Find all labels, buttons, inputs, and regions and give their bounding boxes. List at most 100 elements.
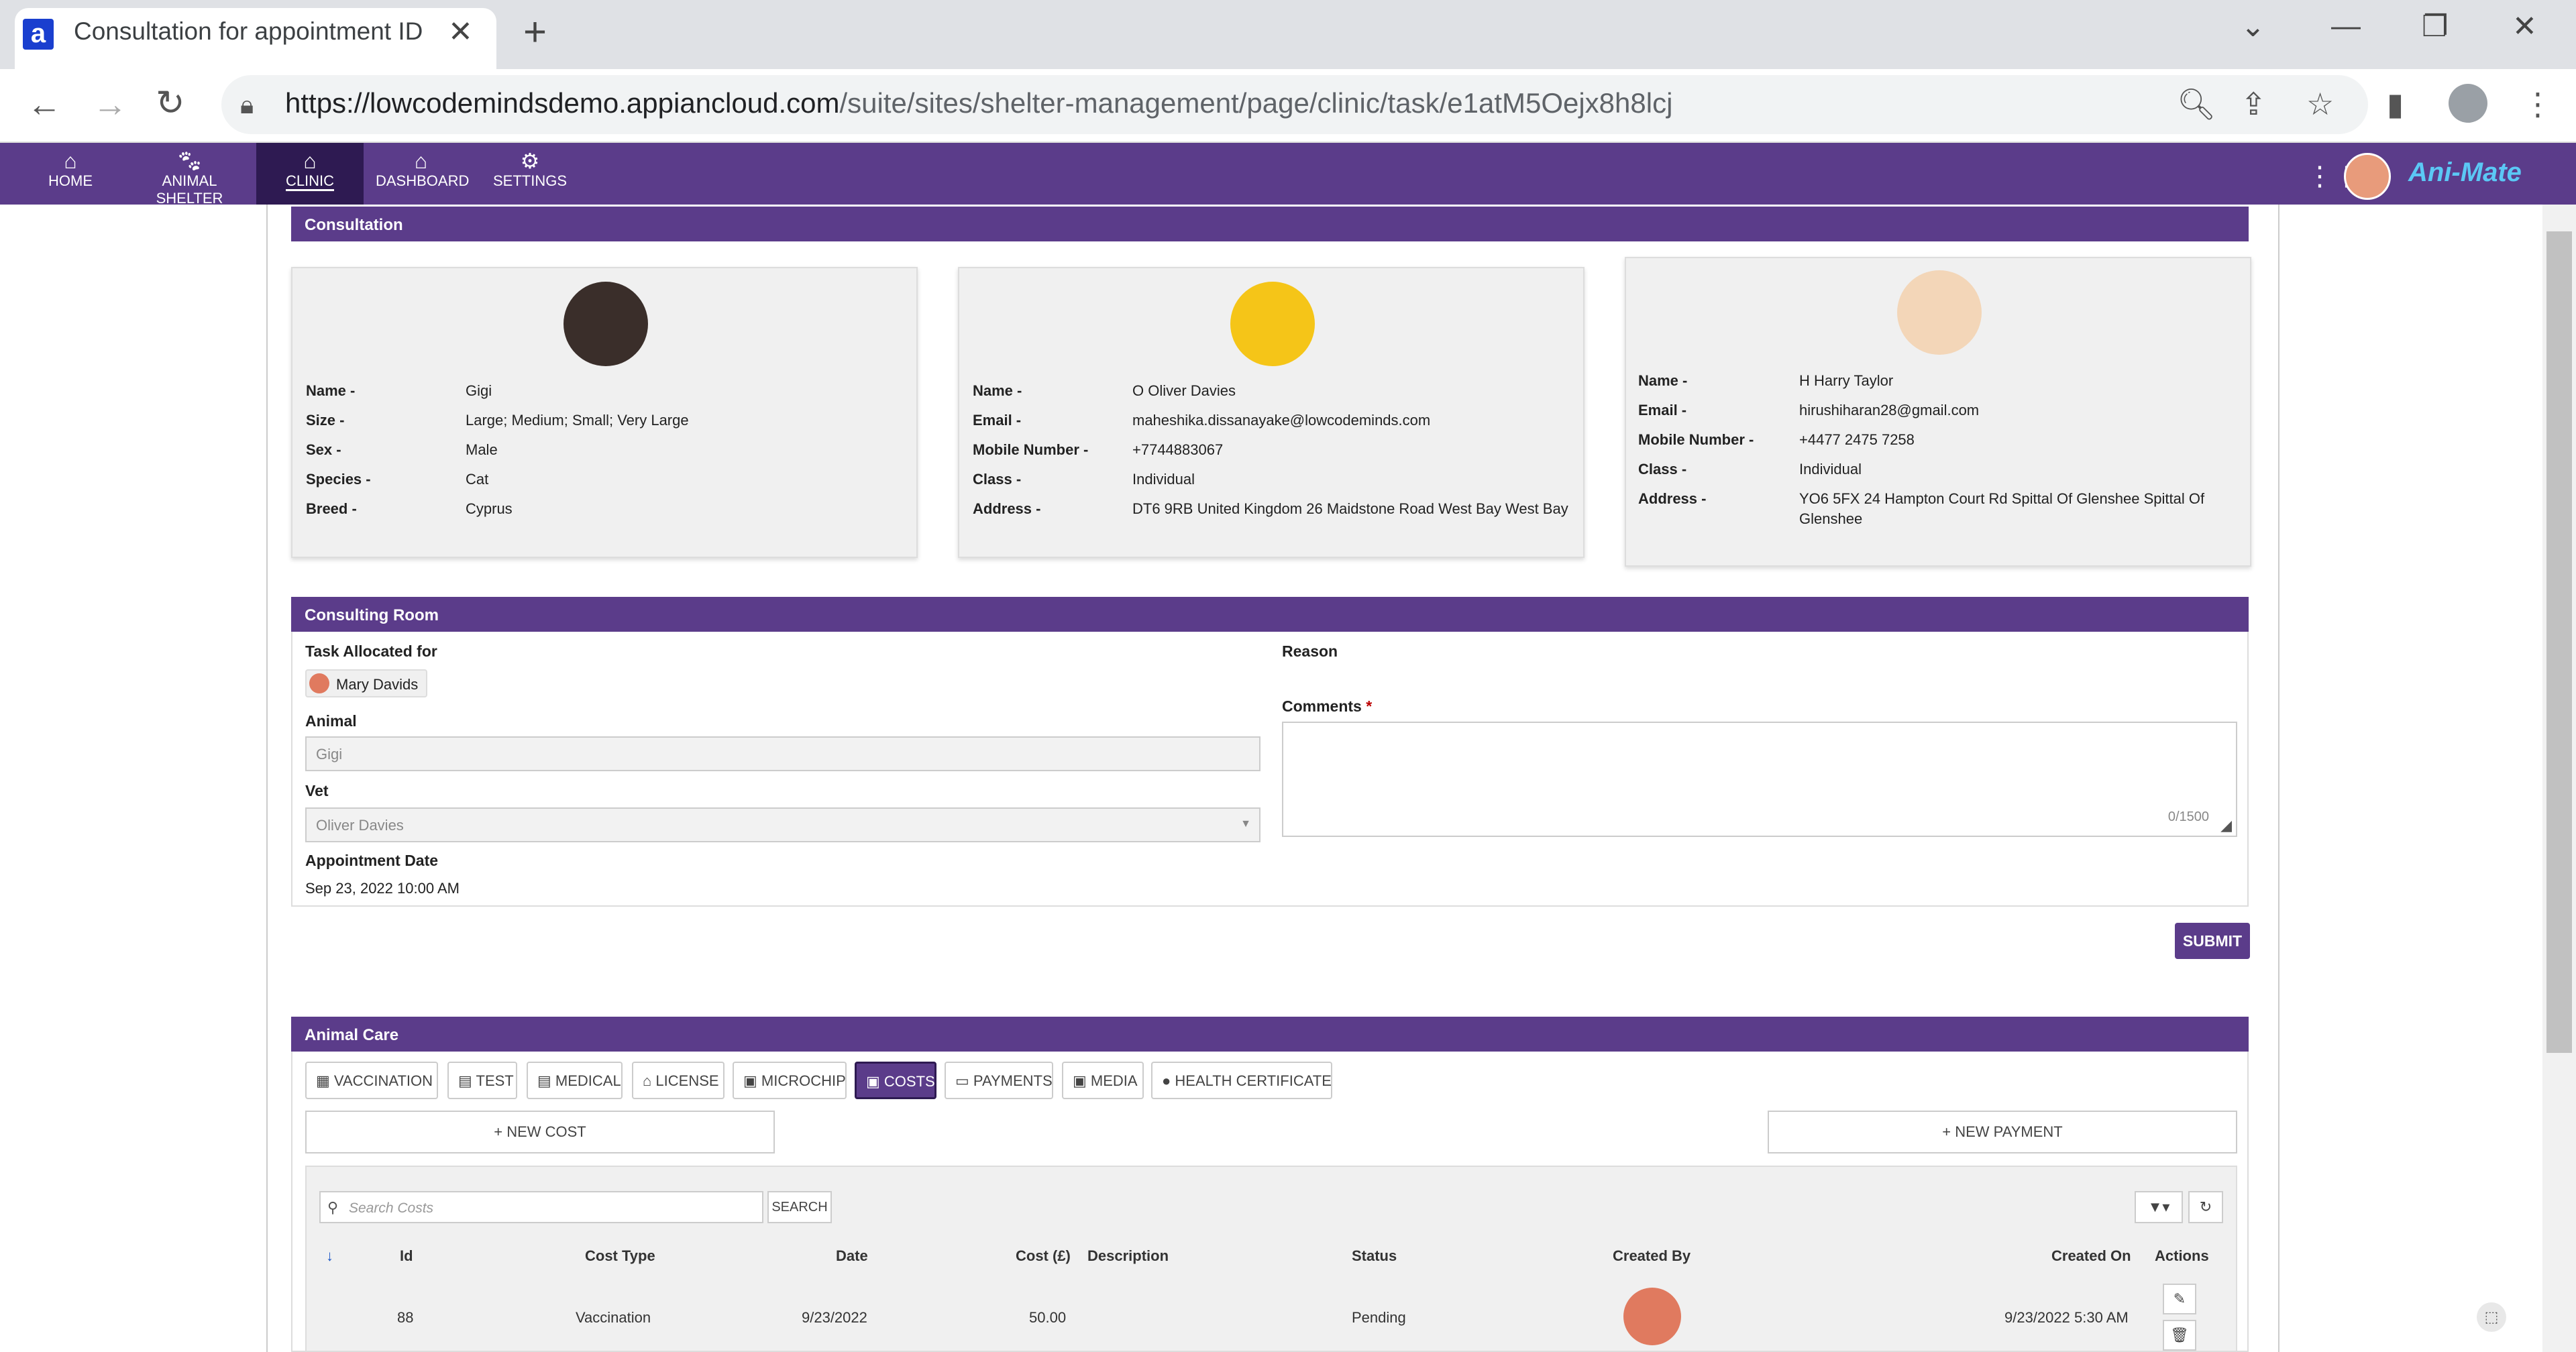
task-user-name: Mary Davids (336, 676, 419, 693)
url-text[interactable]: https://lowcodemindsdemo.appiancloud.com… (285, 87, 1672, 119)
col-description[interactable]: Description (1087, 1247, 1169, 1265)
task-user-chip[interactable]: Mary Davids (305, 669, 427, 697)
nav-home-label: HOME (48, 172, 93, 189)
forward-icon[interactable]: → (93, 87, 127, 122)
appointment-date-label: Appointment Date (305, 852, 439, 869)
zoom-icon[interactable]: 🔍︎ (2177, 86, 2216, 123)
vet-address: DT6 9RB United Kingdom 26 Maidstone Road… (1132, 500, 1568, 517)
tab-medical[interactable]: ▤ MEDICAL (527, 1062, 623, 1099)
menu-kebab-icon[interactable]: ⋮ (2522, 86, 2553, 122)
nav-settings[interactable]: ⚙︎ SETTINGS (493, 143, 567, 205)
nav-animal-shelter[interactable]: 🐾︎ ANIMAL SHELTER (131, 143, 248, 207)
col-cost[interactable]: Cost (£) (1016, 1247, 1071, 1265)
page-left-border (266, 205, 268, 1352)
url-path: /suite/sites/shelter-management/page/cli… (839, 87, 1673, 119)
owner-class: Individual (1799, 461, 1862, 477)
col-date[interactable]: Date (836, 1247, 868, 1265)
col-id[interactable]: Id (400, 1247, 413, 1265)
owner-address-line1: YO6 5FX 24 Hampton Court Rd Spittal Of G… (1799, 490, 2205, 507)
appointment-date: Sep 23, 2022 10:00 AM (305, 880, 460, 897)
edit-icon[interactable]: ✎ (2163, 1284, 2196, 1314)
owner-class-key: Class - (1638, 461, 1687, 477)
filter-dropdown-icon[interactable]: ▼▾ (2135, 1191, 2183, 1223)
reload-icon[interactable]: ↻ (156, 86, 185, 121)
vet-email-key: Email - (973, 412, 1022, 429)
tab-test[interactable]: ▤ TEST (447, 1062, 517, 1099)
microchip-icon: ▣ (743, 1072, 761, 1089)
nav-dashboard[interactable]: ⌂ DASHBOARD (376, 143, 469, 205)
tab-search-icon[interactable]: ⌄ (2241, 9, 2265, 44)
cell-status: Pending (1352, 1309, 1406, 1326)
animal-photo (564, 282, 648, 366)
close-tab-icon[interactable]: ✕ (448, 15, 473, 49)
animal-field[interactable]: Gigi (305, 736, 1260, 771)
animal-breed-key: Breed - (306, 500, 357, 517)
tab-payments[interactable]: ▭ PAYMENTS (945, 1062, 1053, 1099)
tab-costs-label: COSTS (883, 1073, 935, 1090)
col-actions: Actions (2155, 1247, 2209, 1264)
owner-address-line2: Glenshee (1799, 510, 1863, 527)
owner-email: hirushiharan28@gmail.com (1799, 402, 1980, 418)
vet-label: Vet (305, 782, 329, 799)
resize-handle-icon[interactable]: ◢ (2220, 817, 2232, 834)
tab-microchip[interactable]: ▣ MICROCHIP (733, 1062, 847, 1099)
certificate-icon: ● (1162, 1072, 1175, 1089)
restore-icon[interactable]: ❐ (2422, 9, 2448, 44)
new-payment-button[interactable]: + NEW PAYMENT (1768, 1111, 2237, 1153)
side-panel-icon[interactable]: ▮ (2387, 86, 2404, 122)
col-created-by[interactable]: Created By (1613, 1247, 1690, 1265)
user-avatar[interactable] (2344, 153, 2391, 200)
animal-care-header: Animal Care (291, 1017, 2249, 1052)
animal-breed: Cyprus (466, 500, 513, 517)
close-window-icon[interactable]: ✕ (2512, 9, 2537, 44)
bookmark-star-icon[interactable]: ☆ (2306, 86, 2334, 122)
nav-home[interactable]: ⌂ HOME (40, 143, 101, 205)
nav-animal-shelter-label: ANIMAL SHELTER (156, 172, 223, 207)
tab-microchip-label: MICROCHIP (761, 1072, 846, 1089)
animal-label: Animal (305, 712, 357, 730)
col-created-on[interactable]: Created On (2051, 1247, 2131, 1265)
delete-icon[interactable]: 🗑︎ (2163, 1320, 2196, 1351)
owner-address-key: Address - (1638, 490, 1707, 507)
profile-icon[interactable] (2449, 84, 2487, 123)
tab-license[interactable]: ⌂ LICENSE (632, 1062, 724, 1099)
cell-id: 88 (397, 1309, 414, 1326)
new-cost-button[interactable]: + NEW COST (305, 1111, 775, 1153)
comments-textarea[interactable]: 0/1500 ◢ (1282, 722, 2237, 837)
col-status[interactable]: Status (1352, 1247, 1397, 1265)
tab-media[interactable]: ▣ MEDIA (1062, 1062, 1144, 1099)
back-icon[interactable]: ← (27, 87, 62, 122)
vet-class: Individual (1132, 471, 1195, 488)
search-input[interactable]: ⚲ Search Costs (319, 1191, 763, 1223)
owner-avatar (1897, 270, 1982, 355)
minimize-icon[interactable]: — (2331, 9, 2361, 43)
sort-arrow-icon[interactable]: ↓ (326, 1247, 333, 1265)
tab-title: Consultation for appointment ID (74, 17, 423, 45)
share-icon[interactable]: ⇪ (2241, 86, 2267, 122)
vet-dropdown[interactable]: Oliver Davies ▼ (305, 807, 1260, 842)
tab-payments-label: PAYMENTS (973, 1072, 1053, 1089)
vet-mobile: +7744883067 (1132, 441, 1224, 458)
vet-name: O Oliver Davies (1132, 382, 1236, 399)
animal-name: Gigi (466, 382, 492, 399)
created-by-avatar (1623, 1288, 1681, 1345)
floating-cursor-icon[interactable]: ⬚ (2477, 1302, 2506, 1332)
costs-icon: ▣ (866, 1073, 884, 1090)
refresh-icon[interactable]: ↻ (2188, 1191, 2223, 1223)
medical-icon: ▤ (537, 1072, 555, 1089)
comments-label-text: Comments (1282, 697, 1362, 715)
search-button[interactable]: SEARCH (767, 1191, 832, 1223)
clinic-icon: ⌂ (303, 149, 317, 173)
tab-vaccination[interactable]: ▦ VACCINATION (305, 1062, 438, 1099)
col-cost-type[interactable]: Cost Type (585, 1247, 655, 1265)
tab-health-certificate[interactable]: ● HEALTH CERTIFICATE (1151, 1062, 1332, 1099)
lock-icon[interactable]: 🔒︎ (240, 91, 254, 120)
vet-email: maheshika.dissanayake@lowcodeminds.com (1132, 412, 1431, 429)
submit-button[interactable]: SUBMIT (2175, 923, 2250, 959)
tab-costs[interactable]: ▣ COSTS (855, 1062, 936, 1099)
scrollbar-thumb[interactable] (2546, 231, 2572, 1053)
app-logo: Ani-Mate (2408, 158, 2522, 187)
nav-clinic[interactable]: ⌂ CLINIC (256, 143, 364, 205)
new-tab-icon[interactable]: + (523, 12, 547, 52)
tab-test-label: TEST (476, 1072, 514, 1089)
